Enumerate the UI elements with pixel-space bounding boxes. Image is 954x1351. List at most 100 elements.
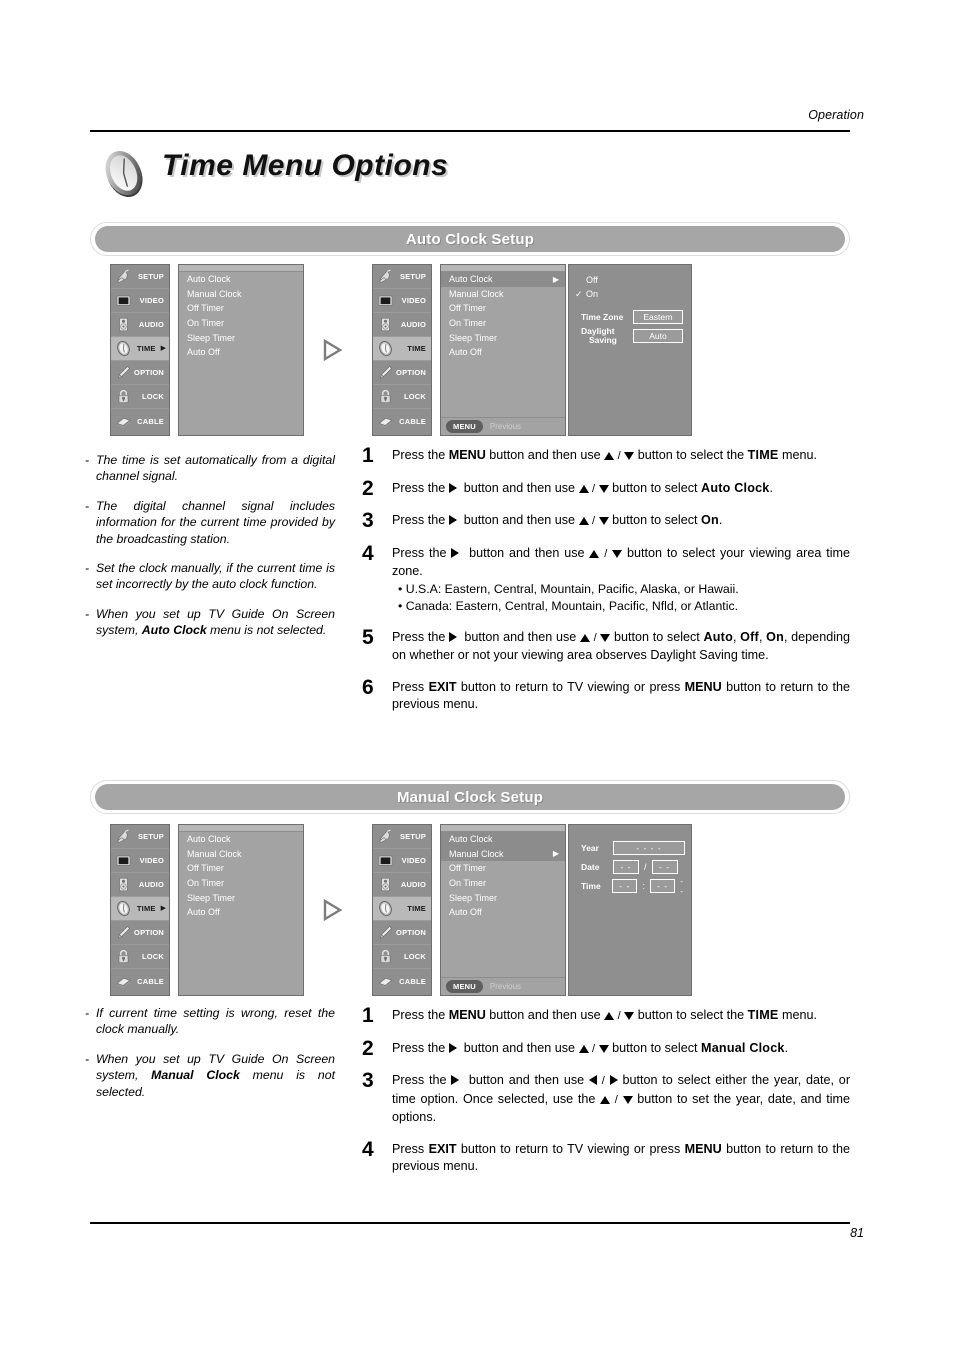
osd-field-time[interactable]: Time - -: - - - - — [581, 876, 691, 896]
osd-menu-item-auto-off[interactable]: Auto Off — [179, 905, 303, 920]
osd-option-on[interactable]: ✓ On — [569, 287, 691, 301]
step-number: 3 — [362, 1069, 374, 1092]
osd-menu-item-auto-clock[interactable]: Auto Clock — [179, 832, 303, 847]
arrow-right-icon — [448, 482, 457, 493]
osd-sidebar-item-video[interactable]: VIDEO — [111, 289, 169, 313]
osd-field-value[interactable]: - - — [651, 859, 678, 874]
osd-field-label: Date — [581, 861, 600, 872]
osd-sidebar: SETUP VIDEO AUDIO TIME ▶ OPTION LOCK CABLE — [110, 264, 170, 436]
osd-sidebar-label: OPTION — [134, 368, 164, 377]
osd-sidebar-item-time[interactable]: TIME ▶ — [111, 897, 169, 921]
osd-menu-item-sleep-timer[interactable]: Sleep Timer — [179, 890, 303, 905]
osd-menu-item-manual-clock[interactable]: Manual Clock — [441, 287, 565, 302]
osd-menu-item-sleep-timer[interactable]: Sleep Timer — [441, 890, 565, 905]
osd-sidebar-item-option[interactable]: OPTION — [111, 361, 169, 385]
osd-menu-item-auto-clock[interactable]: Auto Clock — [441, 832, 565, 847]
flow-arrow-icon — [320, 897, 346, 923]
osd-field-value[interactable]: - - — [613, 859, 639, 874]
osd-sidebar-label: AUDIO — [138, 880, 164, 889]
brush-icon — [377, 364, 394, 381]
osd-menu-item-sleep-timer[interactable]: Sleep Timer — [441, 330, 565, 345]
osd-menu-item-auto-clock[interactable]: Auto Clock ▶ — [441, 272, 565, 287]
osd-menu-item-auto-clock[interactable]: Auto Clock — [179, 272, 303, 287]
osd-field-time-zone[interactable]: Time Zone Eastern — [581, 308, 691, 325]
osd-sidebar-item-setup[interactable]: SETUP — [111, 265, 169, 289]
arrow-down-icon — [600, 633, 611, 642]
osd-sidebar-item-time[interactable]: TIME — [373, 897, 431, 921]
osd-field-value[interactable]: Auto — [633, 328, 683, 343]
padlock-icon — [377, 388, 394, 405]
arrow-right-icon — [448, 1042, 457, 1053]
osd-field-label: Time — [581, 880, 601, 891]
bullet-dash: - — [85, 498, 90, 513]
osd-menu-button[interactable]: MENU — [446, 980, 483, 993]
osd-menu-item-label: Manual Clock — [449, 848, 504, 859]
osd-sidebar-item-time[interactable]: TIME — [373, 337, 431, 361]
osd-menu-item-sleep-timer[interactable]: Sleep Timer — [179, 330, 303, 345]
osd-sidebar-item-option[interactable]: OPTION — [111, 921, 169, 945]
osd-sidebar-label: CABLE — [399, 416, 426, 426]
osd-sidebar-item-cable[interactable]: CABLE — [373, 409, 431, 433]
osd-field-year[interactable]: Year - - - - — [581, 839, 691, 856]
osd-menu-item-manual-clock[interactable]: Manual Clock — [179, 287, 303, 302]
osd-menu-item-auto-off[interactable]: Auto Off — [441, 345, 565, 360]
osd-menu-item-label: Auto Clock — [449, 274, 493, 285]
osd-menu-item-off-timer[interactable]: Off Timer — [441, 301, 565, 316]
step-item: 4 Press the button and then use / button … — [362, 542, 850, 615]
osd-field-value[interactable]: - - — [612, 878, 638, 893]
osd-sidebar-item-setup[interactable]: SETUP — [373, 825, 431, 849]
chevron-right-icon: ▶ — [160, 905, 166, 912]
osd-sidebar-item-audio[interactable]: AUDIO — [111, 313, 169, 337]
osd-sidebar-item-cable[interactable]: CABLE — [111, 969, 169, 993]
osd-sidebar-item-option[interactable]: OPTION — [373, 921, 431, 945]
osd-menu-item-off-timer[interactable]: Off Timer — [441, 861, 565, 876]
osd-sidebar-item-setup[interactable]: SETUP — [373, 265, 431, 289]
osd-menu-item-manual-clock[interactable]: Manual Clock — [179, 847, 303, 862]
osd-menu-item-on-timer[interactable]: On Timer — [441, 876, 565, 891]
osd-sidebar-item-audio[interactable]: AUDIO — [373, 873, 431, 897]
osd-menu-item-label: Off Timer — [187, 863, 224, 874]
osd-field-date[interactable]: Date - - / - - — [581, 858, 691, 875]
osd-sidebar-item-video[interactable]: VIDEO — [373, 289, 431, 313]
osd-sidebar-item-setup[interactable]: SETUP — [111, 825, 169, 849]
osd-sidebar-label: OPTION — [396, 368, 426, 377]
osd-menu-item-off-timer[interactable]: Off Timer — [179, 301, 303, 316]
osd-option-off[interactable]: Off — [569, 273, 691, 287]
speaker-icon — [377, 876, 394, 893]
osd-menu-item-auto-off[interactable]: Auto Off — [179, 345, 303, 360]
footer-divider — [90, 1222, 850, 1224]
brush-icon — [377, 924, 394, 941]
arrow-left-icon — [588, 1075, 597, 1085]
osd-menu-item-auto-off[interactable]: Auto Off — [441, 905, 565, 920]
osd-menu-button[interactable]: MENU — [446, 420, 483, 433]
clock-icon — [96, 149, 152, 199]
osd-footer: MENU Previous — [441, 977, 565, 995]
osd-sidebar-item-audio[interactable]: AUDIO — [373, 313, 431, 337]
osd-sidebar-item-cable[interactable]: CABLE — [373, 969, 431, 993]
osd-sidebar-item-cable[interactable]: CABLE — [111, 409, 169, 433]
osd-field-daylight-saving[interactable]: Daylight Saving Auto — [581, 327, 691, 344]
osd-field-value[interactable]: - - — [649, 878, 676, 893]
osd-field-value[interactable]: - - - - — [613, 840, 685, 855]
step-item: 1 Press the MENU button and then use / bu… — [362, 444, 850, 467]
osd-sidebar-item-lock[interactable]: LOCK — [373, 945, 431, 969]
osd-field-value[interactable]: Eastern — [633, 309, 683, 324]
osd-list-topbar — [179, 265, 303, 272]
osd-sidebar-item-video[interactable]: VIDEO — [373, 849, 431, 873]
osd-menu-item-on-timer[interactable]: On Timer — [179, 876, 303, 891]
osd-option-label: Off — [586, 275, 598, 285]
arrow-down-icon — [624, 452, 635, 460]
osd-menu-item-off-timer[interactable]: Off Timer — [179, 861, 303, 876]
osd-sidebar-item-option[interactable]: OPTION — [373, 361, 431, 385]
osd-sidebar-item-video[interactable]: VIDEO — [111, 849, 169, 873]
osd-menu-item-on-timer[interactable]: On Timer — [179, 316, 303, 331]
osd-sidebar-item-lock[interactable]: LOCK — [373, 385, 431, 409]
osd-sidebar-item-audio[interactable]: AUDIO — [111, 873, 169, 897]
osd-sidebar-item-time[interactable]: TIME ▶ — [111, 337, 169, 361]
osd-menu-item-manual-clock[interactable]: Manual Clock ▶ — [441, 846, 565, 862]
osd-sidebar-item-lock[interactable]: LOCK — [111, 385, 169, 409]
step-number: 2 — [362, 476, 374, 500]
osd-sidebar-item-lock[interactable]: LOCK — [111, 945, 169, 969]
osd-menu-item-on-timer[interactable]: On Timer — [441, 316, 565, 331]
osd-menu-item-label: Auto Clock — [187, 274, 231, 285]
